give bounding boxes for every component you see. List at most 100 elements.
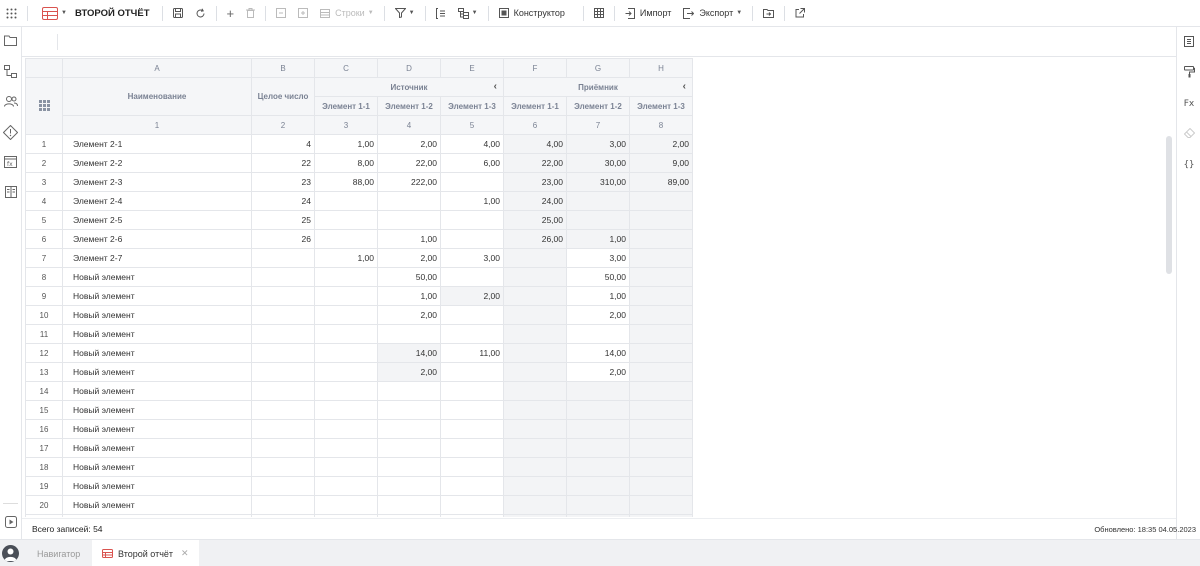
cell-e[interactable] [440, 229, 504, 249]
cell-e[interactable] [440, 476, 504, 496]
cell-b[interactable] [251, 248, 315, 268]
cell-e[interactable] [440, 267, 504, 287]
cell-h[interactable] [629, 419, 693, 439]
cell-g[interactable] [566, 324, 630, 344]
cell-b[interactable] [251, 514, 315, 517]
column-letter-e[interactable]: E [440, 58, 504, 78]
cell-name[interactable] [62, 514, 252, 517]
cell-g[interactable] [566, 381, 630, 401]
cell-name[interactable]: Новый элемент [62, 400, 252, 420]
export-dropdown[interactable]: Экспорт ▼ [677, 0, 748, 27]
cell-h[interactable] [629, 305, 693, 325]
cell-f[interactable] [503, 324, 567, 344]
cell-h[interactable] [629, 267, 693, 287]
cell-g[interactable]: 1,00 [566, 286, 630, 306]
cell-name[interactable]: Новый элемент [62, 305, 252, 325]
cell-c[interactable] [314, 305, 378, 325]
cell-d[interactable]: 2,00 [377, 362, 441, 382]
cell-g[interactable]: 3,00 [566, 134, 630, 154]
cell-f[interactable] [503, 362, 567, 382]
constructor-button[interactable]: Конструктор [493, 0, 571, 27]
vertical-scrollbar[interactable] [1166, 136, 1172, 274]
hierarchy-dropdown[interactable]: ▼ [452, 0, 484, 27]
cell-c[interactable] [314, 381, 378, 401]
row-number[interactable]: 20 [25, 495, 63, 515]
column-letter-b[interactable]: B [251, 58, 315, 78]
column-header-integer[interactable]: Целое число [251, 77, 315, 116]
cell-f[interactable] [503, 495, 567, 515]
row-number[interactable]: 1 [25, 134, 63, 154]
cell-f[interactable] [503, 248, 567, 268]
cell-b[interactable]: 25 [251, 210, 315, 230]
row-number[interactable]: 5 [25, 210, 63, 230]
column-letter-f[interactable]: F [503, 58, 567, 78]
tab-navigator[interactable]: Навигатор [37, 540, 80, 566]
cell-g[interactable]: 14,00 [566, 343, 630, 363]
import-button[interactable]: Импорт [619, 0, 677, 27]
cell-g[interactable]: 310,00 [566, 172, 630, 192]
column-header-source-1-2[interactable]: Элемент 1-2 [377, 96, 441, 116]
cell-g[interactable] [566, 210, 630, 230]
cell-name[interactable]: Новый элемент [62, 457, 252, 477]
cell-c[interactable]: 8,00 [314, 153, 378, 173]
cell-d[interactable]: 2,00 [377, 305, 441, 325]
cell-name[interactable]: Элемент 2-6 [62, 229, 252, 249]
table-row[interactable]: 13 Новый элемент 2,00 2,00 [25, 362, 693, 382]
cell-e[interactable] [440, 210, 504, 230]
cell-e[interactable]: 1,00 [440, 191, 504, 211]
cell-d[interactable]: 1,00 [377, 229, 441, 249]
table-row[interactable]: 15 Новый элемент [25, 400, 693, 420]
cell-e[interactable] [440, 457, 504, 477]
cell-d[interactable] [377, 438, 441, 458]
filter-dropdown[interactable]: ▼ [389, 0, 421, 27]
users-icon[interactable] [3, 95, 18, 110]
cell-b[interactable] [251, 362, 315, 382]
group-header-source[interactable]: Источник ‹ [314, 77, 504, 97]
cell-d[interactable] [377, 476, 441, 496]
cell-d[interactable] [377, 191, 441, 211]
cell-f[interactable] [503, 343, 567, 363]
properties-panel-icon[interactable] [1182, 36, 1196, 50]
cell-c[interactable]: 1,00 [314, 248, 378, 268]
cell-b[interactable] [251, 381, 315, 401]
column-header-receiver-1-1[interactable]: Элемент 1-1 [503, 96, 567, 116]
cell-b[interactable] [251, 419, 315, 439]
table-row[interactable]: 2 Элемент 2-2 22 8,00 22,00 6,00 22,00 30,00 9,0… [25, 153, 693, 173]
table-row[interactable]: 11 Новый элемент [25, 324, 693, 344]
cell-f[interactable] [503, 438, 567, 458]
cell-b[interactable] [251, 343, 315, 363]
cell-c[interactable] [314, 286, 378, 306]
cell-h[interactable] [629, 324, 693, 344]
column-letter-c[interactable]: C [314, 58, 378, 78]
cell-c[interactable] [314, 514, 378, 517]
cell-e[interactable] [440, 362, 504, 382]
delete-icon[interactable] [240, 0, 261, 27]
cell-g[interactable] [566, 400, 630, 420]
cell-b[interactable] [251, 457, 315, 477]
column-header-receiver-1-2[interactable]: Элемент 1-2 [566, 96, 630, 116]
row-number[interactable]: 18 [25, 457, 63, 477]
cell-h[interactable]: 89,00 [629, 172, 693, 192]
hierarchy-icon[interactable] [3, 65, 18, 80]
cell-g[interactable]: 1,00 [566, 229, 630, 249]
cell-b[interactable] [251, 438, 315, 458]
table-row[interactable] [25, 514, 693, 517]
cell-b[interactable] [251, 305, 315, 325]
paint-roller-icon[interactable] [1182, 66, 1196, 80]
cell-e[interactable] [440, 419, 504, 439]
cell-h[interactable] [629, 457, 693, 477]
cell-c[interactable] [314, 476, 378, 496]
cell-name[interactable]: Новый элемент [62, 419, 252, 439]
table-row[interactable]: 6 Элемент 2-6 26 1,00 26,00 1,00 [25, 229, 693, 249]
cell-f[interactable] [503, 267, 567, 287]
cell-name[interactable]: Элемент 2-5 [62, 210, 252, 230]
group-header-receiver[interactable]: Приёмник ‹ [503, 77, 693, 97]
cell-c[interactable] [314, 229, 378, 249]
cell-name[interactable]: Новый элемент [62, 438, 252, 458]
cell-c[interactable] [314, 324, 378, 344]
cell-b[interactable] [251, 324, 315, 344]
report-type-dropdown[interactable]: ▼ [32, 0, 71, 27]
grid-view-icon[interactable] [588, 0, 610, 27]
cell-c[interactable] [314, 343, 378, 363]
cell-h[interactable] [629, 343, 693, 363]
